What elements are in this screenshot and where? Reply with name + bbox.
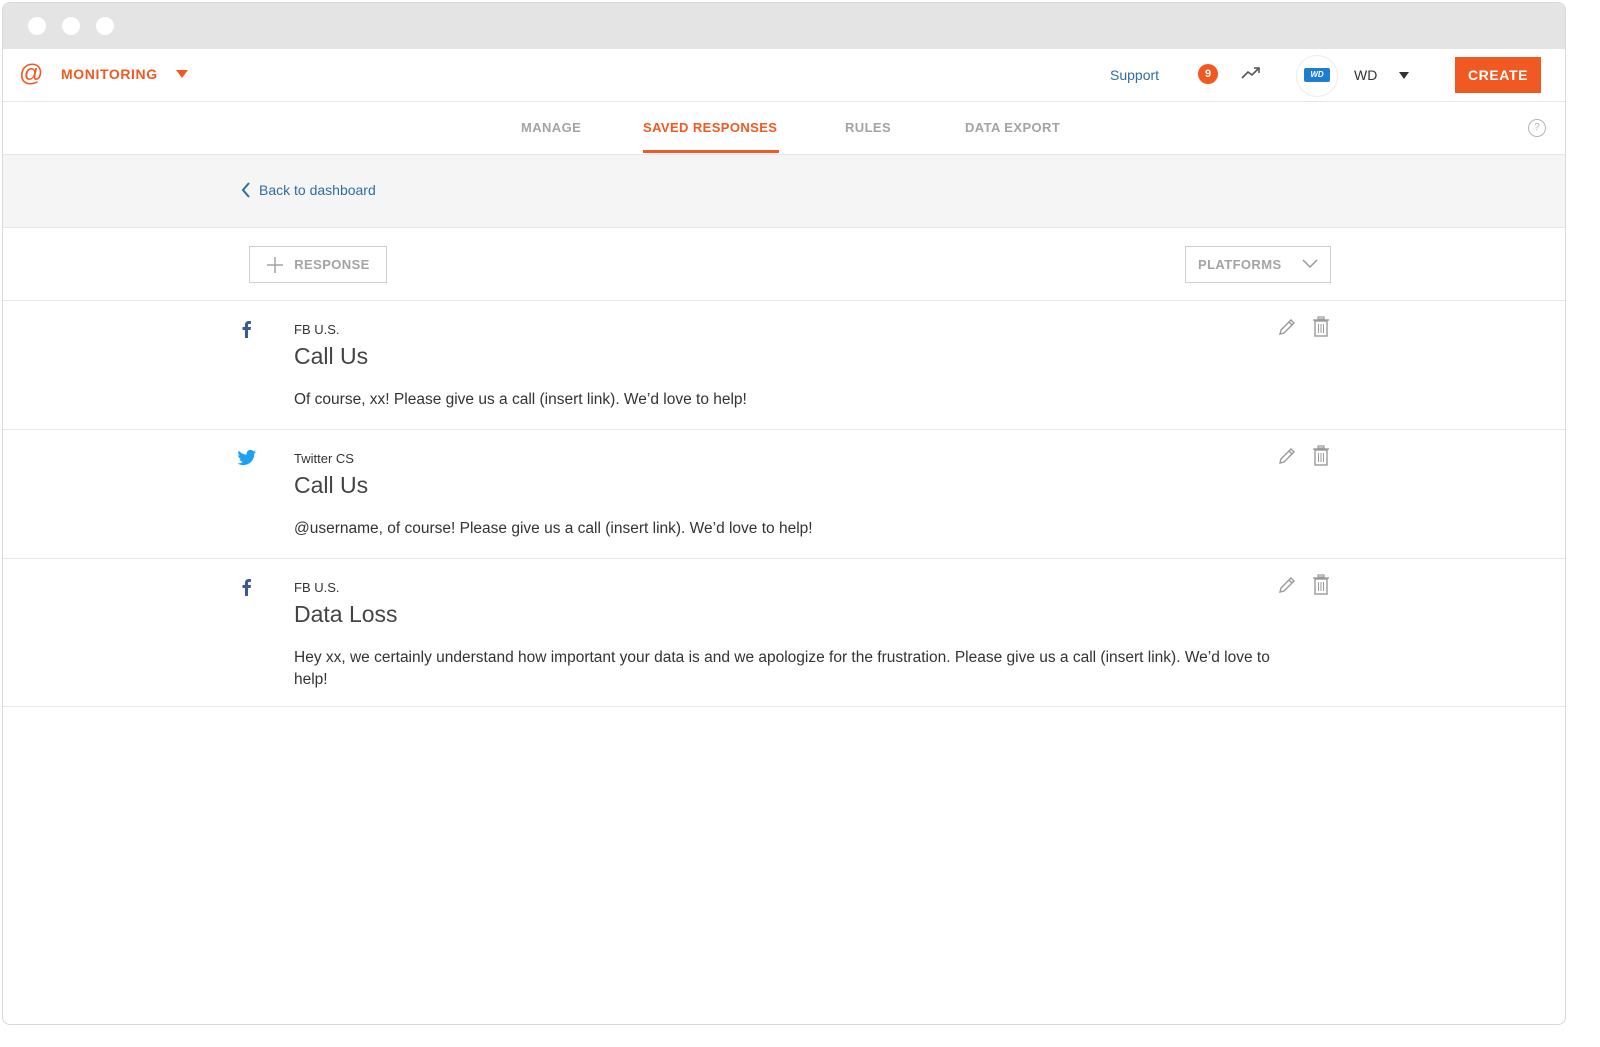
tab-manage[interactable]: MANAGE [521,120,581,135]
top-navigation: @ MONITORING Support 9 WD WD CREATE [3,49,1565,102]
product-switcher[interactable]: @ MONITORING [19,62,188,86]
wd-logo-icon: WD [1304,68,1330,82]
response-title: Call Us [294,472,369,498]
response-account: FB U.S. [294,580,340,595]
chevron-left-icon [241,182,250,198]
response-account: Twitter CS [294,451,354,466]
add-response-button[interactable]: RESPONSE [249,246,387,283]
support-link[interactable]: Support [1110,67,1159,83]
pencil-icon[interactable] [1277,575,1297,595]
account-menu-chevron-down-icon[interactable] [1399,72,1409,79]
notification-badge[interactable]: 9 [1198,64,1218,84]
chevron-down-icon [1302,259,1318,269]
trash-icon[interactable] [1312,316,1330,338]
response-body: Of course, xx! Please give us a call (in… [294,391,747,408]
tab-data-export[interactable]: DATA EXPORT [965,120,1060,135]
pencil-icon[interactable] [1277,446,1297,466]
back-bar: Back to dashboard [3,155,1565,228]
chevron-down-icon [175,70,188,78]
pencil-icon[interactable] [1277,317,1297,337]
response-title: Call Us [294,343,369,369]
twitter-icon [237,449,257,466]
product-name: MONITORING [61,66,158,82]
trash-icon[interactable] [1312,574,1330,596]
trending-icon[interactable] [1239,63,1263,83]
platforms-label: PLATFORMS [1198,257,1282,272]
window-titlebar [3,3,1565,49]
platforms-dropdown[interactable]: PLATFORMS [1185,246,1331,283]
facebook-icon [242,321,251,338]
add-response-label: RESPONSE [294,257,370,272]
facebook-icon [242,579,251,596]
window-close-dot[interactable] [28,17,46,35]
response-body: Hey xx, we certainly understand how impo… [294,649,1270,688]
window-maximize-dot[interactable] [96,17,114,35]
help-icon[interactable]: ? [1528,119,1546,137]
list-item: FB U.S. Data Loss Hey xx, we certainly u… [3,559,1565,707]
response-account: FB U.S. [294,322,340,337]
user-initials[interactable]: WD [1354,67,1377,83]
window-minimize-dot[interactable] [62,17,80,35]
section-tabs: MANAGE SAVED RESPONSES RULES DATA EXPORT… [3,102,1565,155]
trash-icon[interactable] [1312,445,1330,467]
plus-icon [267,256,284,273]
list-item: Twitter CS Call Us @username, of course!… [3,430,1565,559]
list-item: FB U.S. Call Us Of course, xx! Please gi… [3,301,1565,430]
response-title: Data Loss [294,601,398,627]
response-body: @username, of course! Please give us a c… [294,520,813,537]
create-button[interactable]: CREATE [1455,57,1541,93]
browser-window: @ MONITORING Support 9 WD WD CREATE MANA… [2,2,1566,1025]
at-sign-icon: @ [19,60,44,87]
back-link-label: Back to dashboard [259,182,376,198]
responses-toolbar: RESPONSE PLATFORMS [3,228,1565,301]
avatar[interactable]: WD [1296,55,1338,97]
tab-saved-responses[interactable]: SAVED RESPONSES [643,120,777,135]
active-tab-underline [643,150,779,153]
back-to-dashboard-link[interactable]: Back to dashboard [241,182,376,198]
tab-rules[interactable]: RULES [845,120,891,135]
